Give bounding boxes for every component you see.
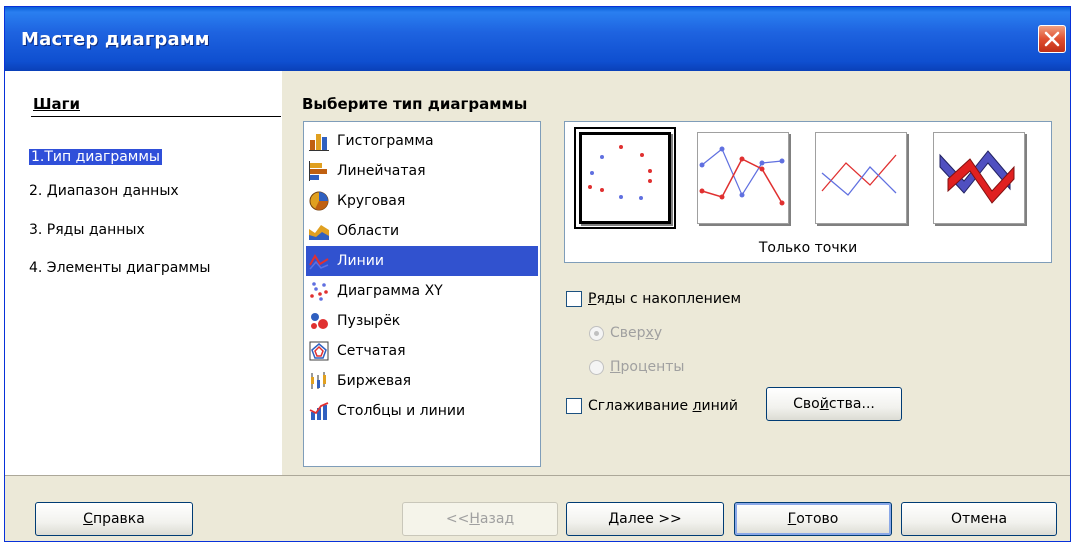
radio-percent[interactable] bbox=[589, 359, 604, 375]
title-bar: Мастер диаграмм bbox=[5, 7, 1070, 71]
help-button[interactable]: Справка bbox=[35, 502, 193, 536]
type-item-xy[interactable]: Диаграмма XY bbox=[306, 276, 538, 306]
type-item-label: Столбцы и линии bbox=[337, 403, 466, 419]
type-item-stock[interactable]: Биржевая bbox=[306, 366, 538, 396]
finish-button[interactable]: Готово bbox=[734, 502, 892, 536]
type-item-label: Сетчатая bbox=[337, 343, 406, 359]
steps-divider bbox=[31, 116, 281, 117]
step-data-series[interactable]: 3. Ряды данных bbox=[29, 222, 145, 238]
close-icon bbox=[1044, 31, 1060, 47]
properties-button[interactable]: Сво й ства... bbox=[766, 387, 902, 421]
type-item-column-line[interactable]: Столбцы и линии bbox=[306, 396, 538, 426]
radio-percent-option[interactable]: Проценты bbox=[589, 359, 685, 375]
smooth-lines-label: Сглаживание линий bbox=[588, 398, 738, 414]
type-item-column[interactable]: Гистограмма bbox=[306, 126, 538, 156]
step-chart-elements[interactable]: 4. Элементы диаграммы bbox=[29, 260, 211, 276]
variant-caption: Только точки bbox=[758, 240, 858, 256]
smooth-lines-checkbox[interactable] bbox=[566, 398, 582, 414]
radio-on-top-label: Сверху bbox=[610, 325, 663, 341]
window-title: Мастер диаграмм bbox=[21, 29, 210, 50]
main-title: Выберите тип диаграммы bbox=[302, 95, 528, 113]
stacked-series-label: Ряды с накоплением bbox=[588, 291, 742, 307]
chart-variants-panel: Только точки bbox=[564, 121, 1052, 263]
back-button[interactable]: << Назад bbox=[402, 502, 558, 536]
lines-only-icon bbox=[821, 154, 897, 196]
radio-on-top[interactable] bbox=[589, 325, 604, 341]
type-item-bar[interactable]: Линейчатая bbox=[306, 156, 538, 186]
close-button[interactable] bbox=[1038, 25, 1066, 53]
bar-chart-icon bbox=[309, 161, 329, 181]
steps-panel: Шаги 1.Тип диаграммы 2. Диапазон данных … bbox=[5, 71, 282, 475]
radio-percent-label: Проценты bbox=[610, 359, 685, 375]
column-line-chart-icon bbox=[309, 401, 329, 421]
type-item-label: Биржевая bbox=[337, 373, 412, 389]
line-chart-icon bbox=[309, 251, 329, 271]
net-chart-icon bbox=[309, 341, 329, 361]
type-item-bubble[interactable]: Пузырёк bbox=[306, 306, 538, 336]
chart-type-list[interactable]: Гистограмма Линейчатая Круговая Области … bbox=[303, 121, 541, 467]
type-item-label: Пузырёк bbox=[337, 313, 401, 329]
area-chart-icon bbox=[309, 221, 329, 241]
type-item-net[interactable]: Сетчатая bbox=[306, 336, 538, 366]
bottom-separator bbox=[5, 475, 1070, 476]
type-item-area[interactable]: Области bbox=[306, 216, 538, 246]
lines-3d-icon bbox=[939, 150, 1015, 204]
bubble-chart-icon bbox=[309, 311, 329, 331]
step-data-range[interactable]: 2. Диапазон данных bbox=[29, 183, 179, 199]
type-item-label: Круговая bbox=[337, 193, 406, 209]
variant-lines-only[interactable] bbox=[815, 132, 907, 224]
type-item-label: Гистограмма bbox=[337, 133, 434, 149]
points-lines-icon bbox=[699, 146, 785, 206]
stacked-series-option[interactable]: Ряды с накоплением bbox=[566, 291, 741, 307]
next-button[interactable]: Далее >> bbox=[566, 502, 724, 536]
type-item-lines[interactable]: Линии bbox=[306, 246, 538, 276]
radio-on-top-option[interactable]: Сверху bbox=[589, 325, 662, 341]
type-item-pie[interactable]: Круговая bbox=[306, 186, 538, 216]
column-chart-icon bbox=[309, 131, 329, 151]
variant-3d-lines[interactable] bbox=[933, 132, 1025, 224]
step-chart-type[interactable]: 1.Тип диаграммы bbox=[29, 149, 162, 165]
type-item-label: Линии bbox=[337, 253, 384, 269]
xy-scatter-icon bbox=[309, 281, 329, 301]
stacked-series-checkbox[interactable] bbox=[566, 291, 582, 307]
cancel-button[interactable]: Отмена bbox=[901, 502, 1057, 536]
points-only-icon bbox=[588, 145, 652, 200]
stock-chart-icon bbox=[309, 371, 329, 391]
chart-wizard-dialog: Мастер диаграмм Шаги 1.Тип диаграммы 2. … bbox=[4, 6, 1071, 542]
steps-title: Шаги bbox=[33, 95, 80, 113]
type-item-label: Диаграмма XY bbox=[337, 283, 443, 299]
pie-chart-icon bbox=[309, 191, 329, 211]
type-item-label: Области bbox=[337, 223, 400, 239]
smooth-lines-option[interactable]: Сглаживание линий bbox=[566, 398, 738, 414]
variant-points-only[interactable] bbox=[574, 127, 676, 229]
type-item-label: Линейчатая bbox=[337, 163, 426, 179]
variant-points-and-lines[interactable] bbox=[697, 132, 789, 224]
